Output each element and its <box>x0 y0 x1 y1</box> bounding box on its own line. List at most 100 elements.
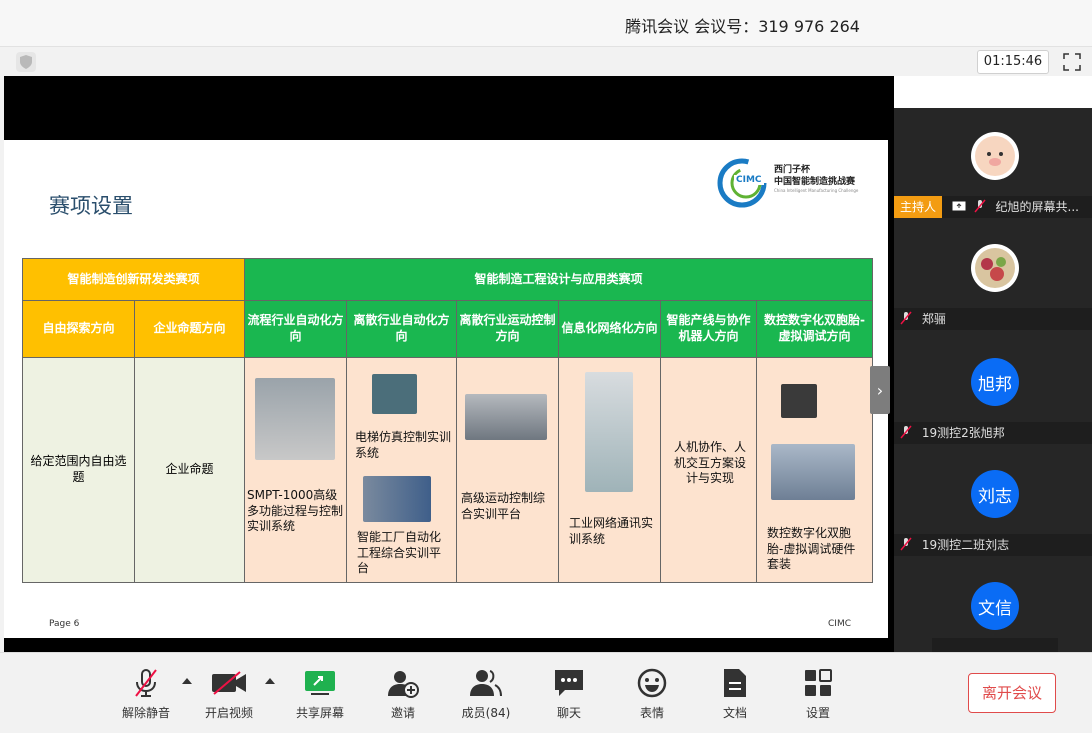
cell-digital-twin: 数控数字化双胞胎-虚拟调试硬件套装 <box>756 357 873 583</box>
participant-tile[interactable]: 郑骊 <box>894 220 1092 332</box>
slide-footer: CIMC <box>828 619 851 629</box>
members-button[interactable]: 成员(84) <box>451 667 521 721</box>
meeting-toolbar: 解除静音 开启视频 共享屏幕 邀请 成员(84) 聊天 表情 文档 设置 离开会… <box>0 652 1092 733</box>
network-rack-image <box>585 372 633 492</box>
col-header: 离散行业运动控制方向 <box>456 300 559 358</box>
cell-discrete-automation: 电梯仿真控制实训系统 智能工厂自动化工程综合实训平台 <box>346 357 457 583</box>
participant-name-bar: 19测控二班刘志 <box>894 534 1092 556</box>
mic-muted-icon <box>900 536 912 551</box>
mic-muted-icon <box>900 310 912 325</box>
cell-robot: 人机协作、人机交互方案设计与实现 <box>660 357 757 583</box>
col-header: 企业命题方向 <box>134 300 245 358</box>
cell-process-automation: SMPT-1000高级多功能过程与控制实训系统 <box>244 357 347 583</box>
emoji-label: 表情 <box>639 706 664 720</box>
logo-line2: 中国智能制造挑战赛 <box>774 177 856 187</box>
col-header: 自由探索方向 <box>22 300 135 358</box>
caption: 工业网络通讯实训系统 <box>569 516 654 546</box>
logo-badge: CIMC <box>734 175 764 185</box>
share-screen-label: 共享屏幕 <box>295 706 344 720</box>
chat-label: 聊天 <box>556 706 581 720</box>
participant-avatar: 旭邦 <box>971 358 1019 406</box>
competition-table: 智能制造创新研发类赛项 智能制造工程设计与应用类赛项 自由探索方向 企业命题方向… <box>22 258 873 583</box>
mic-muted-icon <box>974 198 986 213</box>
slide-title: 赛项设置 <box>49 194 133 218</box>
caption: 人机协作、人机交互方案设计与实现 <box>673 440 746 486</box>
caption: 智能工厂自动化工程综合实训平台 <box>357 530 442 576</box>
cell-free-topic: 给定范围内自由选题 <box>22 357 135 583</box>
participant-name-bar <box>932 638 1058 652</box>
meeting-timer: 01:15:46 <box>977 50 1049 74</box>
info-bar: 01:15:46 <box>0 46 1092 76</box>
caption: 数控数字化双胞胎-虚拟调试硬件套装 <box>767 526 856 572</box>
col-header: 信息化网络化方向 <box>558 300 661 358</box>
meeting-title: 腾讯会议 会议号：319 976 264 <box>625 17 860 36</box>
participant-tile[interactable]: 刘志 19测控二班刘志 <box>894 444 1092 556</box>
invite-label: 邀请 <box>390 706 415 720</box>
col-header: 数控数字化双胞胎-虚拟调试方向 <box>756 300 873 358</box>
caption: 高级运动控制综合实训平台 <box>461 491 546 521</box>
invite-button[interactable]: 邀请 <box>368 667 438 721</box>
settings-label: 设置 <box>805 706 830 720</box>
fullscreen-icon[interactable] <box>1062 52 1082 72</box>
participant-avatar: 文信 <box>971 582 1019 630</box>
smart-factory-image <box>363 476 431 522</box>
mic-options-caret-icon[interactable] <box>182 678 192 684</box>
camera-off-icon <box>194 667 264 699</box>
participant-name: 纪旭的屏幕共... <box>995 200 1079 214</box>
col-header: 离散行业自动化方向 <box>346 300 457 358</box>
logo-line3: China Intelligent Manufacturing Challeng… <box>774 188 859 193</box>
chat-icon <box>534 667 604 699</box>
emoji-button[interactable]: 表情 <box>617 667 687 721</box>
virtual-debug-image <box>771 444 855 500</box>
motion-platform-image <box>465 394 547 440</box>
col-header: 智能产线与协作机器人方向 <box>660 300 757 358</box>
share-screen-button[interactable]: 共享屏幕 <box>285 667 355 721</box>
food-avatar-icon <box>971 244 1019 292</box>
invite-icon <box>368 667 438 699</box>
docs-label: 文档 <box>722 706 747 720</box>
participant-tile[interactable]: 文信 <box>894 556 1092 652</box>
smiley-icon <box>617 667 687 699</box>
caption: SMPT-1000高级多功能过程与控制实训系统 <box>247 488 344 534</box>
video-options-caret-icon[interactable] <box>265 678 275 684</box>
participant-name: 19测控二班刘志 <box>921 538 1010 552</box>
shield-icon[interactable] <box>16 52 36 72</box>
start-video-button[interactable]: 开启视频 <box>194 667 264 721</box>
group-header-innovation: 智能制造创新研发类赛项 <box>22 258 245 301</box>
settings-button[interactable]: 设置 <box>783 667 853 721</box>
expand-panel-chevron-icon[interactable]: › <box>870 366 890 414</box>
cell-network: 工业网络通讯实训系统 <box>558 357 661 583</box>
docs-button[interactable]: 文档 <box>700 667 770 721</box>
cnc-panel-image <box>781 384 817 418</box>
caption: 电梯仿真控制实训系统 <box>355 430 452 460</box>
screen-share-icon <box>952 198 966 212</box>
cell-motion-control: 高级运动控制综合实训平台 <box>456 357 559 583</box>
leave-meeting-button[interactable]: 离开会议 <box>968 673 1056 713</box>
participant-name-bar: 19测控2张旭邦 <box>894 422 1092 444</box>
page-number: Page 6 <box>49 619 80 629</box>
col-header: 流程行业自动化方向 <box>244 300 347 358</box>
cell-enterprise-topic: 企业命题 <box>134 357 245 583</box>
participant-name-bar: 主持人 纪旭的屏幕共... <box>894 196 1092 218</box>
members-label: 成员(84) <box>461 706 511 720</box>
unmute-label: 解除静音 <box>121 706 170 720</box>
elevator-trainer-image <box>372 374 417 414</box>
mic-muted-icon <box>111 667 181 699</box>
participant-name: 19测控2张旭邦 <box>921 426 1005 440</box>
participant-name-bar: 郑骊 <box>894 308 1092 330</box>
participant-tile[interactable]: 主持人 纪旭的屏幕共... <box>894 108 1092 220</box>
participant-tile[interactable]: 旭邦 19测控2张旭邦 <box>894 332 1092 444</box>
group-header-engineering: 智能制造工程设计与应用类赛项 <box>244 258 873 301</box>
cimc-logo: CIMC 西门子杯 中国智能制造挑战赛 China Intelligent Ma… <box>716 156 876 210</box>
members-icon <box>451 667 521 699</box>
host-label: 主持人 <box>894 196 943 218</box>
participant-name: 郑骊 <box>921 312 946 326</box>
settings-grid-icon <box>783 667 853 699</box>
start-video-label: 开启视频 <box>204 706 253 720</box>
unmute-button[interactable]: 解除静音 <box>111 667 181 721</box>
process-rig-image <box>255 378 335 460</box>
pig-avatar-icon <box>971 132 1019 180</box>
chat-button[interactable]: 聊天 <box>534 667 604 721</box>
title-bar: 腾讯会议 会议号：319 976 264 <box>0 0 1092 46</box>
participants-panel: 主持人 纪旭的屏幕共... 郑骊 旭邦 19测控2张旭邦 刘志 19测控二班刘志… <box>894 108 1092 652</box>
